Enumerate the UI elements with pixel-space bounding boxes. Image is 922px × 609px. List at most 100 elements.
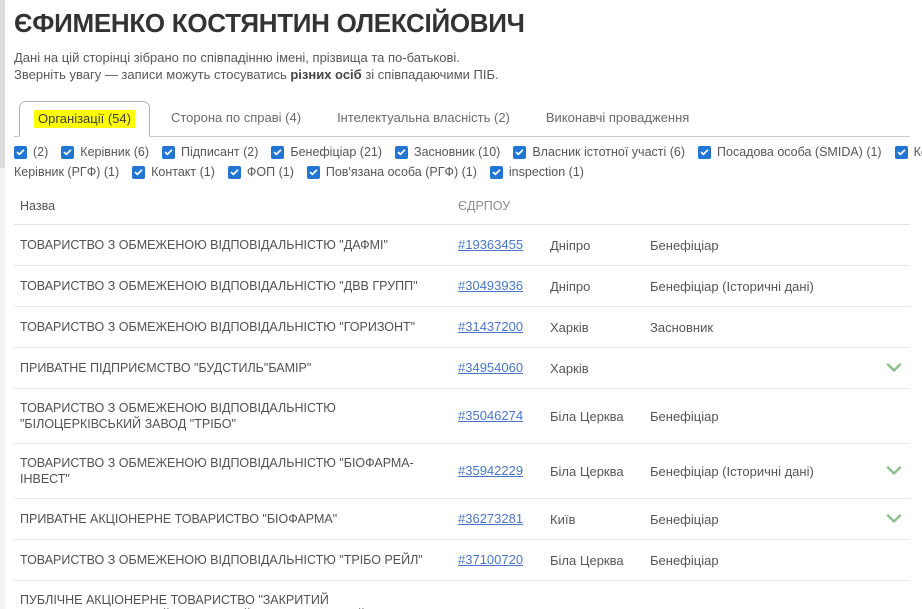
page-content: ЄФИМЕНКО КОСТЯНТИН ОЛЕКСІЙОВИЧ Дані на ц… — [5, 0, 918, 609]
org-city: Харків — [550, 320, 650, 335]
org-city: Біла Церква — [550, 553, 650, 568]
role-filters: (2) Керівник (6) Підписант (2) Бенефіціар (… — [14, 144, 910, 180]
checkbox-checked-icon[interactable] — [395, 146, 408, 159]
edrpou-link[interactable]: #36273281 — [458, 511, 523, 526]
tab-3[interactable]: Виконавчі провадження — [531, 100, 704, 136]
org-name: ПРИВАТНЕ ПІДПРИЄМСТВО "БУДСТИЛЬ"БАМІР" — [20, 360, 458, 376]
edrpou-link[interactable]: #19363455 — [458, 237, 523, 252]
org-role: Засновник — [650, 320, 874, 335]
filter-label: Керівник (6) — [80, 145, 149, 159]
filter-item-2[interactable]: Підписант (2) — [162, 145, 258, 159]
tab-0[interactable]: Організації (54) — [19, 101, 150, 137]
checkbox-checked-icon[interactable] — [490, 166, 503, 179]
table-header: Назва ЄДРПОУ — [14, 188, 910, 225]
filter-item-10[interactable]: ФОП (1) — [228, 165, 294, 179]
filter-item-3[interactable]: Бенефіціар (21) — [271, 145, 382, 159]
filter-item-5[interactable]: Власник істотної участі (6) — [513, 145, 685, 159]
checkbox-checked-icon[interactable] — [228, 166, 241, 179]
org-name: ТОВАРИСТВО З ОБМЕЖЕНОЮ ВІДПОВІДАЛЬНІСТЮ … — [20, 237, 458, 253]
filter-label: Пов'язана особа (РГФ) (1) — [326, 165, 477, 179]
filter-label: Керівник (РГО) (1) — [914, 145, 922, 159]
filter-row-2: Керівник (РГФ) (1) Контакт (1) ФОП (1) Пов'… — [14, 164, 910, 180]
table-row: ПРИВАТНЕ АКЦІОНЕРНЕ ТОВАРИСТВО "БІОФАРМА… — [14, 499, 910, 540]
table-row: ТОВАРИСТВО З ОБМЕЖЕНОЮ ВІДПОВІДАЛЬНІСТЮ … — [14, 307, 910, 348]
org-city: Київ — [550, 512, 650, 527]
table-row: ТОВАРИСТВО З ОБМЕЖЕНОЮ ВІДПОВІДАЛЬНІСТЮ … — [14, 266, 910, 307]
expand-chevron-icon[interactable] — [886, 466, 902, 476]
filter-label: Підписант (2) — [181, 145, 258, 159]
filter-item-9[interactable]: Контакт (1) — [132, 165, 215, 179]
org-city: Дніпро — [550, 279, 650, 294]
checkbox-checked-icon[interactable] — [132, 166, 145, 179]
org-city: Дніпро — [550, 238, 650, 253]
filter-label: Власник істотної участі (6) — [532, 145, 685, 159]
filter-item-11[interactable]: Пов'язана особа (РГФ) (1) — [307, 165, 477, 179]
edrpou-link[interactable]: #31437200 — [458, 319, 523, 334]
edrpou-link[interactable]: #35942229 — [458, 463, 523, 478]
filter-label: Посадова особа (SMIDA) (1) — [717, 145, 882, 159]
tab-label: Організації (54) — [34, 110, 135, 128]
tab-label: Інтелектуальна власність (2) — [337, 110, 510, 125]
org-role: Бенефіціар — [650, 512, 874, 527]
org-name: ТОВАРИСТВО З ОБМЕЖЕНОЮ ВІДПОВІДАЛЬНІСТЮ … — [20, 400, 458, 432]
checkbox-checked-icon[interactable] — [307, 166, 320, 179]
checkbox-checked-icon[interactable] — [14, 146, 27, 159]
org-name: ТОВАРИСТВО З ОБМЕЖЕНОЮ ВІДПОВІДАЛЬНІСТЮ … — [20, 552, 458, 568]
page-title: ЄФИМЕНКО КОСТЯНТИН ОЛЕКСІЙОВИЧ — [14, 8, 910, 38]
filter-label: Засновник (10) — [414, 145, 500, 159]
org-role: Бенефіціар (Історичні дані) — [650, 464, 874, 479]
edrpou-link[interactable]: #30493936 — [458, 278, 523, 293]
different-persons-emphasis: різних осіб — [290, 67, 361, 82]
org-role: Бенефіціар — [650, 553, 874, 568]
org-name: ТОВАРИСТВО З ОБМЕЖЕНОЮ ВІДПОВІДАЛЬНІСТЮ … — [20, 278, 458, 294]
checkbox-checked-icon[interactable] — [61, 146, 74, 159]
org-name: ПРИВАТНЕ АКЦІОНЕРНЕ ТОВАРИСТВО "БІОФАРМА… — [20, 511, 458, 527]
filter-label: Бенефіціар (21) — [290, 145, 382, 159]
filter-label: Контакт (1) — [151, 165, 215, 179]
checkbox-checked-icon[interactable] — [698, 146, 711, 159]
disclaimer-line-1: Дані на цій сторінці зібрано по співпаді… — [14, 49, 910, 66]
tab-bar: Організації (54) Сторона по справі (4) Інт… — [14, 100, 910, 137]
table-row: ТОВАРИСТВО З ОБМЕЖЕНОЮ ВІДПОВІДАЛЬНІСТЮ … — [14, 389, 910, 444]
org-role: Бенефіціар — [650, 409, 874, 424]
table-body: ТОВАРИСТВО З ОБМЕЖЕНОЮ ВІДПОВІДАЛЬНІСТЮ … — [14, 225, 910, 609]
table-row: ПУБЛІЧНЕ АКЦІОНЕРНЕ ТОВАРИСТВО "ЗАКРИТИЙ… — [14, 581, 910, 609]
edrpou-link[interactable]: #35046274 — [458, 408, 523, 423]
org-city: Харків — [550, 361, 650, 376]
org-city: Біла Церква — [550, 409, 650, 424]
tab-label: Сторона по справі (4) — [171, 110, 301, 125]
column-header-name: Назва — [20, 198, 458, 214]
org-name: ПУБЛІЧНЕ АКЦІОНЕРНЕ ТОВАРИСТВО "ЗАКРИТИЙ… — [20, 592, 458, 609]
filter-item-7[interactable]: Керівник (РГО) (1) — [895, 145, 922, 159]
filter-item-4[interactable]: Засновник (10) — [395, 145, 500, 159]
org-role: Бенефіціар — [650, 238, 874, 253]
org-name: ТОВАРИСТВО З ОБМЕЖЕНОЮ ВІДПОВІДАЛЬНІСТЮ … — [20, 319, 458, 335]
checkbox-checked-icon[interactable] — [895, 146, 908, 159]
filter-label: ФОП (1) — [247, 165, 294, 179]
filter-item-0[interactable]: (2) — [14, 145, 48, 159]
filter-item-8[interactable]: Керівник (РГФ) (1) — [14, 165, 119, 179]
org-name: ТОВАРИСТВО З ОБМЕЖЕНОЮ ВІДПОВІДАЛЬНІСТЮ … — [20, 455, 458, 487]
checkbox-checked-icon[interactable] — [271, 146, 284, 159]
disclaimer-note: Дані на цій сторінці зібрано по співпаді… — [14, 49, 910, 83]
filter-item-6[interactable]: Посадова особа (SMIDA) (1) — [698, 145, 882, 159]
person-profile-page: ЄФИМЕНКО КОСТЯНТИН ОЛЕКСІЙОВИЧ Дані на ц… — [0, 0, 922, 609]
expand-chevron-icon[interactable] — [886, 363, 902, 373]
filter-item-12[interactable]: inspection (1) — [490, 165, 584, 179]
disclaimer-line-2: Зверніть увагу — записи можуть стосувати… — [14, 66, 910, 83]
org-role: Бенефіціар (Історичні дані) — [650, 279, 874, 294]
tab-1[interactable]: Сторона по справі (4) — [156, 100, 316, 136]
table-row: ПРИВАТНЕ ПІДПРИЄМСТВО "БУДСТИЛЬ"БАМІР"#3… — [14, 348, 910, 389]
tab-2[interactable]: Інтелектуальна власність (2) — [322, 100, 525, 136]
table-row: ТОВАРИСТВО З ОБМЕЖЕНОЮ ВІДПОВІДАЛЬНІСТЮ … — [14, 225, 910, 266]
column-header-edrpou: ЄДРПОУ — [458, 199, 550, 213]
table-row: ТОВАРИСТВО З ОБМЕЖЕНОЮ ВІДПОВІДАЛЬНІСТЮ … — [14, 540, 910, 581]
checkbox-checked-icon[interactable] — [513, 146, 526, 159]
edrpou-link[interactable]: #34954060 — [458, 360, 523, 375]
checkbox-checked-icon[interactable] — [162, 146, 175, 159]
expand-chevron-icon[interactable] — [886, 514, 902, 524]
filter-item-1[interactable]: Керівник (6) — [61, 145, 149, 159]
edrpou-link[interactable]: #37100720 — [458, 552, 523, 567]
table-row: ТОВАРИСТВО З ОБМЕЖЕНОЮ ВІДПОВІДАЛЬНІСТЮ … — [14, 444, 910, 499]
filter-label: (2) — [33, 145, 48, 159]
